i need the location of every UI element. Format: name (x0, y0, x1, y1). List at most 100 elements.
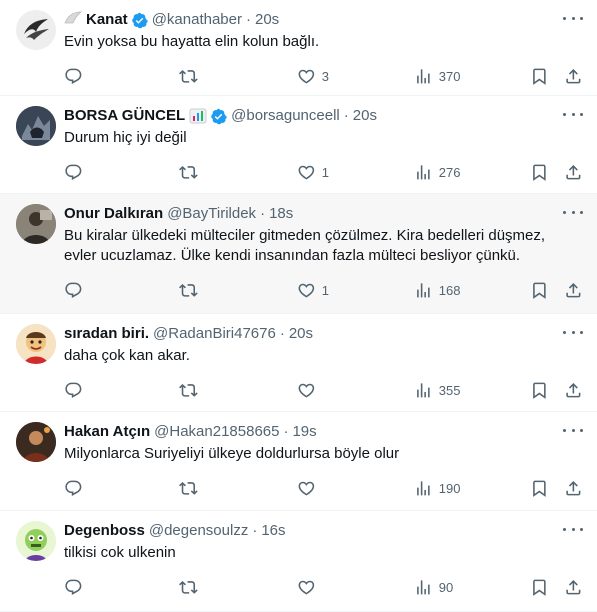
like-count: 1 (321, 164, 329, 180)
heart-icon (298, 165, 315, 180)
reply-icon (65, 164, 82, 180)
share-icon (566, 68, 581, 84)
share-icon (566, 282, 581, 298)
timestamp[interactable]: 20s (353, 107, 377, 125)
retweet-button[interactable] (179, 470, 198, 506)
timestamp[interactable]: 19s (292, 423, 316, 441)
view-count: 370 (438, 68, 461, 84)
bookmark-button[interactable] (530, 470, 549, 506)
zombie-avatar-icon (16, 521, 56, 561)
timestamp[interactable]: 16s (261, 522, 285, 540)
views-button[interactable]: 190 (414, 470, 460, 506)
bookmark-button[interactable] (530, 58, 549, 94)
wing-emoji-icon (64, 11, 83, 29)
share-button[interactable] (564, 372, 583, 408)
display-name[interactable]: sıradan biri. (64, 325, 149, 343)
timestamp[interactable]: 18s (269, 205, 293, 223)
view-count: 168 (438, 282, 461, 298)
handle[interactable]: @borsagunceell (231, 107, 340, 125)
bookmark-icon (533, 579, 546, 596)
display-name[interactable]: Onur Dalkıran (64, 205, 163, 223)
share-icon (566, 164, 581, 180)
separator: · (245, 11, 251, 28)
views-button[interactable]: 355 (414, 372, 460, 408)
share-button[interactable] (564, 569, 583, 605)
separator: · (343, 107, 349, 124)
more-button[interactable] (563, 110, 583, 118)
more-button[interactable] (563, 14, 583, 22)
heart-icon (298, 580, 315, 595)
reply-button[interactable] (64, 470, 83, 506)
share-button[interactable] (564, 58, 583, 94)
bookmark-button[interactable] (530, 372, 549, 408)
retweet-button[interactable] (179, 154, 198, 190)
tweet-text: Milyonlarca Suriyeliyi ülkeye doldurlurs… (64, 445, 400, 462)
more-button[interactable] (563, 525, 583, 533)
share-button[interactable] (564, 470, 583, 506)
tweet[interactable]: Onur Dalkıran @BayTirildek · 18s Bu kira… (0, 194, 597, 314)
views-button[interactable]: 276 (414, 154, 460, 190)
reply-button[interactable] (64, 372, 83, 408)
bookmark-button[interactable] (530, 272, 549, 308)
timestamp[interactable]: 20s (255, 11, 279, 29)
reply-button[interactable] (64, 569, 83, 605)
more-button[interactable] (563, 328, 583, 336)
bookmark-icon (533, 164, 546, 181)
retweet-button[interactable] (179, 569, 198, 605)
tweet[interactable]: Hakan Atçın @Hakan21858665 · 19s Milyonl… (0, 412, 597, 511)
handle[interactable]: @Hakan21858665 (154, 423, 279, 441)
bookmark-button[interactable] (530, 569, 549, 605)
avatar[interactable] (16, 521, 56, 561)
like-button[interactable] (297, 470, 322, 506)
display-name[interactable]: Kanat (86, 11, 128, 29)
avatar[interactable] (16, 10, 56, 50)
share-button[interactable] (564, 272, 583, 308)
separator: · (252, 522, 258, 539)
display-name[interactable]: BORSA GÜNCEL (64, 107, 185, 125)
action-bar: 1 168 (64, 272, 581, 308)
reply-icon (65, 579, 82, 595)
like-button[interactable]: 1 (297, 272, 329, 308)
like-button[interactable]: 3 (297, 58, 329, 94)
avatar[interactable] (16, 106, 56, 146)
view-count: 276 (438, 164, 461, 180)
avatar[interactable] (16, 324, 56, 364)
more-button[interactable] (563, 426, 583, 434)
retweet-icon (179, 283, 198, 297)
handle[interactable]: @degensoulzz (149, 522, 248, 540)
more-button[interactable] (563, 208, 583, 216)
like-button[interactable]: 1 (297, 154, 329, 190)
handle[interactable]: @RadanBiri47676 (153, 325, 276, 343)
views-button[interactable]: 90 (414, 569, 453, 605)
retweet-button[interactable] (179, 58, 198, 94)
reply-button[interactable] (64, 58, 83, 94)
views-icon (417, 480, 430, 496)
user-photo-icon (16, 204, 56, 244)
reply-button[interactable] (64, 272, 83, 308)
reply-button[interactable] (64, 154, 83, 190)
tweet[interactable]: Degenboss @degensoulzz · 16s tilkisi cok… (0, 511, 597, 612)
retweet-button[interactable] (179, 372, 198, 408)
tweet-text: Bu kiralar ülkedeki mülteciler gitmeden … (64, 227, 546, 264)
share-button[interactable] (564, 154, 583, 190)
tweet[interactable]: Kanat @kanathaber · 20s Evin yoksa bu ha… (0, 0, 597, 96)
views-button[interactable]: 168 (414, 272, 460, 308)
handle[interactable]: @kanathaber (152, 11, 242, 29)
display-name[interactable]: Degenboss (64, 522, 145, 540)
tweet[interactable]: BORSA GÜNCEL @borsagunceell · 20s Durum … (0, 96, 597, 194)
views-button[interactable]: 370 (414, 58, 460, 94)
bookmark-button[interactable] (530, 154, 549, 190)
like-button[interactable] (297, 372, 322, 408)
tweet[interactable]: sıradan biri. @RadanBiri47676 · 20s daha… (0, 314, 597, 412)
avatar[interactable] (16, 204, 56, 244)
reply-icon (65, 480, 82, 496)
handle[interactable]: @BayTirildek (167, 205, 256, 223)
like-button[interactable] (297, 569, 322, 605)
tweet-text: Evin yoksa bu hayatta elin kolun bağlı. (64, 33, 320, 50)
tweet-text: Durum hiç iyi değil (64, 129, 187, 146)
retweet-button[interactable] (179, 272, 198, 308)
avatar[interactable] (16, 422, 56, 462)
cartoon-avatar-icon (16, 324, 56, 364)
timestamp[interactable]: 20s (289, 325, 313, 343)
display-name[interactable]: Hakan Atçın (64, 423, 150, 441)
